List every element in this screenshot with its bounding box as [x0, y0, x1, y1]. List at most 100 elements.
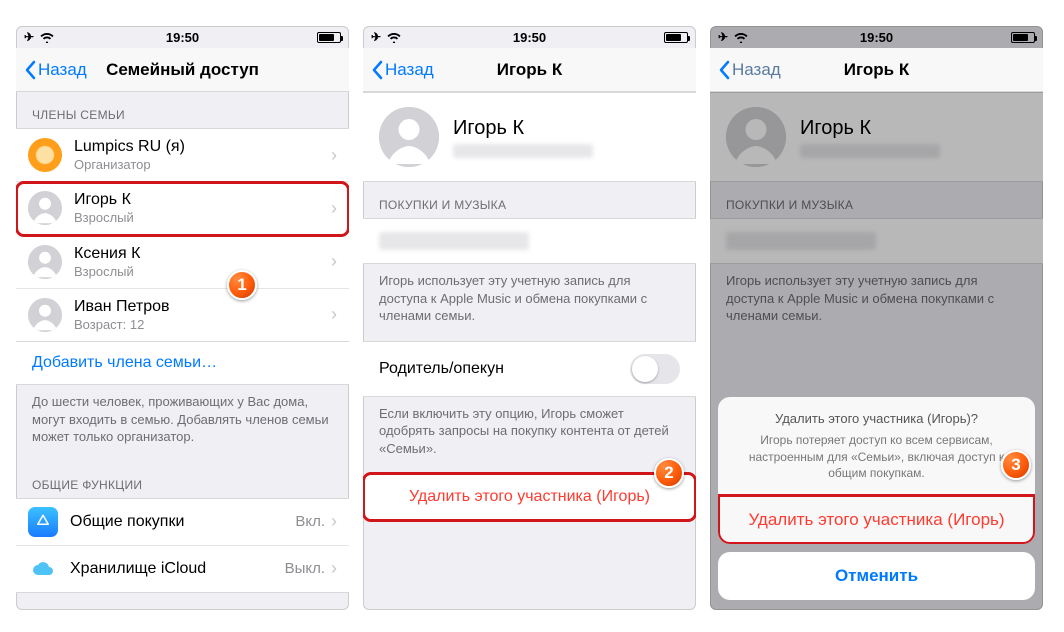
back-button[interactable]: Назад: [371, 60, 434, 80]
remove-label: Удалить этого участника (Игорь): [409, 488, 650, 505]
status-time: 19:50: [166, 30, 199, 45]
sheet-cancel-button[interactable]: Отменить: [718, 552, 1035, 600]
member-role: Взрослый: [74, 264, 331, 280]
add-member-label: Добавить члена семьи…: [32, 354, 217, 371]
chevron-right-icon: ›: [331, 251, 337, 272]
avatar-icon: [28, 298, 62, 332]
member-name: Ксения К: [74, 244, 331, 264]
profile-name: Игорь К: [453, 117, 593, 140]
screen-family-sharing: ✈︎ 19:50 Назад Семейный доступ ЧЛЕНЫ СЕМ…: [16, 26, 349, 610]
profile-name: Игорь К: [800, 117, 940, 140]
account-hidden: [379, 232, 529, 250]
profile-header: Игорь К: [710, 92, 1043, 182]
sheet-remove-label: Удалить этого участника (Игорь): [748, 510, 1004, 529]
member-name: Lumpics RU (я): [74, 137, 331, 157]
avatar-icon: [379, 107, 439, 167]
wifi-icon: [387, 32, 401, 43]
chevron-right-icon: ›: [331, 198, 337, 219]
page-title: Игорь К: [497, 60, 562, 80]
action-sheet: Удалить этого участника (Игорь)? Игорь п…: [718, 397, 1035, 600]
avatar-icon: [28, 191, 62, 225]
shared-icloud-row[interactable]: Хранилище iCloud Выкл. ›: [16, 546, 349, 592]
status-bar: ✈︎ 19:50: [710, 26, 1043, 48]
member-row-ivan[interactable]: Иван Петров Возраст: 12 ›: [16, 289, 349, 341]
account-hidden: [726, 232, 876, 250]
back-label: Назад: [732, 60, 781, 80]
nav-bar: Назад Игорь К: [710, 48, 1043, 92]
profile-header: Игорь К: [363, 92, 696, 182]
shared-value: Выкл.: [285, 560, 325, 577]
member-row-organizer[interactable]: Lumpics RU (я) Организатор ›: [16, 129, 349, 182]
battery-icon: [1011, 32, 1035, 43]
page-title: Игорь К: [844, 60, 909, 80]
airplane-icon: ✈︎: [718, 30, 728, 44]
chevron-right-icon: ›: [331, 145, 337, 166]
parent-footer: Если включить эту опцию, Игорь сможет од…: [363, 397, 696, 474]
section-header-purchases: ПОКУПКИ И МУЗЫКА: [710, 182, 1043, 218]
avatar-icon: [726, 107, 786, 167]
shared-label: Общие покупки: [70, 513, 295, 531]
screen-remove-confirm: ✈︎ 19:50 Назад Игорь К Игорь К ПОКУПКИ И…: [710, 26, 1043, 610]
section-header-shared: ОБЩИЕ ФУНКЦИИ: [16, 462, 349, 498]
profile-email-hidden: [800, 144, 940, 158]
member-name: Иван Петров: [74, 297, 331, 317]
appstore-icon: [28, 507, 58, 537]
page-title: Семейный доступ: [106, 60, 259, 80]
remove-member-button[interactable]: Удалить этого участника (Игорь): [363, 473, 696, 521]
member-role: Возраст: 12: [74, 317, 331, 333]
status-bar: ✈︎ 19:50: [363, 26, 696, 48]
section-header-members: ЧЛЕНЫ СЕМЬИ: [16, 92, 349, 128]
parent-switch[interactable]: [630, 354, 680, 384]
battery-icon: [664, 32, 688, 43]
screen-member-detail: ✈︎ 19:50 Назад Игорь К Игорь К ПОКУПКИ И…: [363, 26, 696, 610]
chevron-right-icon: ›: [331, 558, 337, 579]
parent-guardian-row[interactable]: Родитель/опекун: [363, 341, 696, 397]
step-badge-3: 3: [1001, 450, 1031, 480]
shared-value: Вкл.: [295, 513, 325, 530]
sheet-subtitle: Игорь потеряет доступ ко всем сервисам, …: [718, 430, 1035, 495]
chevron-left-icon: [371, 60, 383, 80]
members-group: Lumpics RU (я) Организатор › Игорь К Взр…: [16, 128, 349, 342]
member-row-igor[interactable]: Игорь К Взрослый ›: [16, 182, 349, 235]
battery-icon: [317, 32, 341, 43]
members-footer: До шести человек, проживающих у Вас дома…: [16, 385, 349, 462]
status-time: 19:50: [513, 30, 546, 45]
chevron-right-icon: ›: [331, 304, 337, 325]
profile-email-hidden: [453, 144, 593, 158]
nav-bar: Назад Игорь К: [363, 48, 696, 92]
wifi-icon: [734, 32, 748, 43]
add-member-row[interactable]: Добавить члена семьи…: [16, 342, 349, 385]
icloud-icon: [28, 554, 58, 584]
member-role: Организатор: [74, 157, 331, 173]
airplane-icon: ✈︎: [24, 30, 34, 44]
status-bar: ✈︎ 19:50: [16, 26, 349, 48]
purchases-footer: Игорь использует эту учетную запись для …: [710, 264, 1043, 341]
back-label: Назад: [38, 60, 87, 80]
shared-label: Хранилище iCloud: [70, 560, 285, 578]
purchases-footer: Игорь использует эту учетную запись для …: [363, 264, 696, 341]
chevron-left-icon: [718, 60, 730, 80]
sheet-cancel-label: Отменить: [835, 566, 918, 585]
airplane-icon: ✈︎: [371, 30, 381, 44]
chevron-left-icon: [24, 60, 36, 80]
step-badge-2: 2: [654, 458, 684, 488]
section-header-purchases: ПОКУПКИ И МУЗЫКА: [363, 182, 696, 218]
parent-label: Родитель/опекун: [379, 360, 504, 378]
avatar-icon: [28, 138, 62, 172]
chevron-right-icon: ›: [331, 511, 337, 532]
back-button[interactable]: Назад: [718, 60, 781, 80]
member-name: Игорь К: [74, 190, 331, 210]
nav-bar: Назад Семейный доступ: [16, 48, 349, 92]
wifi-icon: [40, 32, 54, 43]
member-role: Взрослый: [74, 210, 331, 226]
back-button[interactable]: Назад: [24, 60, 87, 80]
status-time: 19:50: [860, 30, 893, 45]
shared-purchases-row[interactable]: Общие покупки Вкл. ›: [16, 499, 349, 546]
shared-group: Общие покупки Вкл. › Хранилище iCloud Вы…: [16, 498, 349, 593]
member-row-ksenia[interactable]: Ксения К Взрослый ›: [16, 236, 349, 289]
purchases-account-row[interactable]: [710, 218, 1043, 264]
step-badge-1: 1: [227, 270, 257, 300]
sheet-remove-button[interactable]: Удалить этого участника (Игорь): [718, 495, 1035, 544]
purchases-account-row[interactable]: [363, 218, 696, 264]
avatar-icon: [28, 245, 62, 279]
